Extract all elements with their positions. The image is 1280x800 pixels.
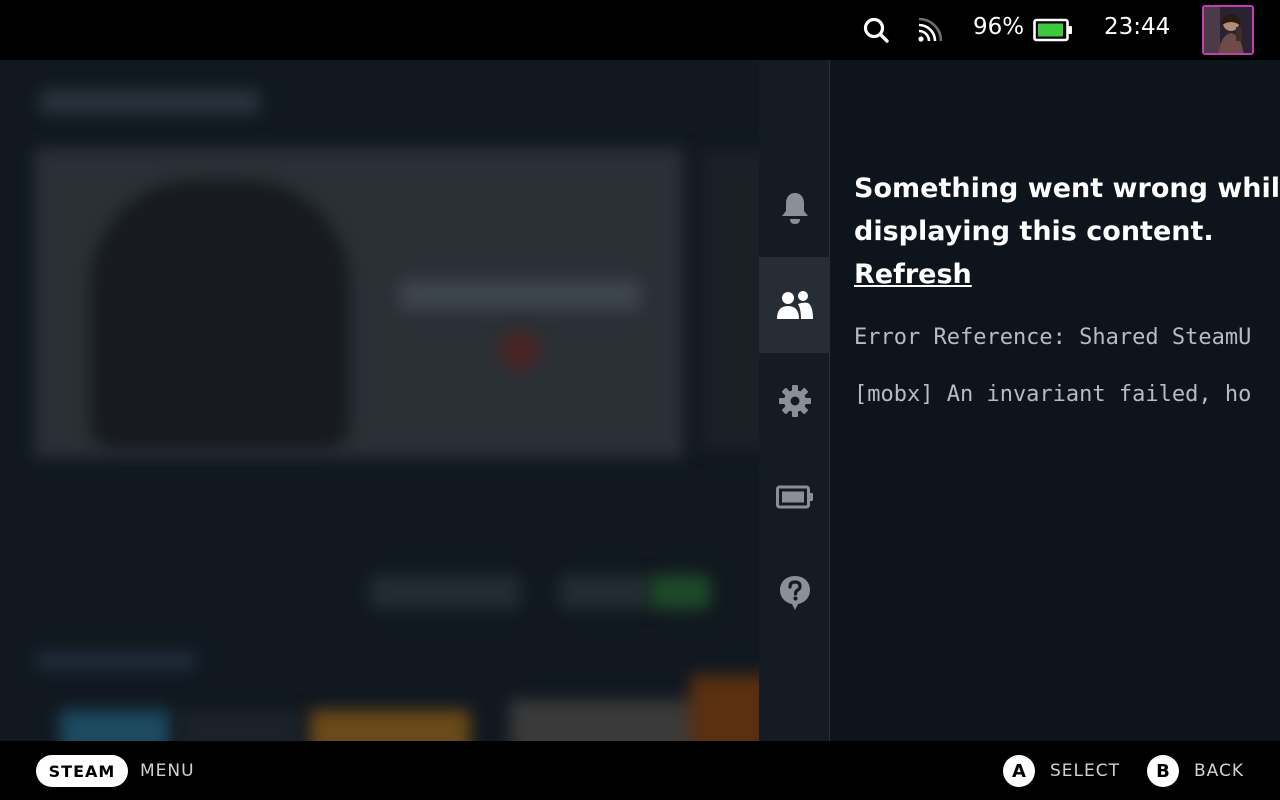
a-button-glyph[interactable]: A <box>1003 755 1035 787</box>
blurred-button <box>650 575 710 609</box>
back-label: BACK <box>1194 761 1245 781</box>
background-content <box>0 60 759 741</box>
steam-button[interactable]: STEAM <box>36 755 128 787</box>
blurred-hero-figure <box>90 180 350 450</box>
wifi-icon <box>918 18 942 42</box>
blurred-hero-logo <box>400 280 640 310</box>
menu-label: MENU <box>140 761 195 781</box>
error-reference: Error Reference: Shared SteamU <box>854 325 1252 350</box>
rail-settings[interactable] <box>759 353 830 449</box>
blurred-tile <box>690 675 759 741</box>
rail-friends[interactable] <box>759 257 830 353</box>
blurred-button <box>560 575 650 609</box>
blurred-tile <box>60 710 170 741</box>
blurred-side-card <box>700 150 759 450</box>
select-label: SELECT <box>1050 761 1120 781</box>
error-detail: [mobx] An invariant failed, ho <box>854 382 1252 407</box>
rail-performance[interactable] <box>759 449 830 545</box>
error-message-line2: displaying this content. <box>854 216 1214 247</box>
search-icon[interactable] <box>862 16 890 44</box>
icon-rail <box>759 60 830 741</box>
blurred-title <box>40 90 260 114</box>
battery-percentage: 96% <box>973 14 1025 40</box>
refresh-link[interactable]: Refresh <box>854 253 972 296</box>
blurred-hero-accent <box>500 330 540 370</box>
quick-access-panel: Something went wrong while displaying th… <box>759 60 1280 741</box>
friends-icon <box>776 291 813 319</box>
top-status-bar: 96% 23:44 <box>0 0 1280 60</box>
b-button-glyph[interactable]: B <box>1147 755 1179 787</box>
blurred-tile <box>180 710 300 741</box>
bottom-hint-bar: STEAM MENU A SELECT B BACK <box>0 741 1280 800</box>
error-message-line1: Something went wrong while <box>854 173 1280 204</box>
gear-icon <box>778 385 811 417</box>
rail-help[interactable] <box>759 545 830 641</box>
blurred-section-heading <box>36 652 196 670</box>
bell-icon <box>781 193 808 224</box>
battery-icon <box>775 485 813 509</box>
help-icon <box>779 576 810 610</box>
clock: 23:44 <box>1104 14 1171 40</box>
blurred-button <box>370 575 520 609</box>
error-content: Something went wrong while displaying th… <box>854 167 1280 409</box>
avatar[interactable] <box>1202 5 1254 55</box>
battery-icon <box>1033 18 1072 42</box>
rail-notifications[interactable] <box>759 160 830 256</box>
blurred-tile <box>310 710 470 741</box>
